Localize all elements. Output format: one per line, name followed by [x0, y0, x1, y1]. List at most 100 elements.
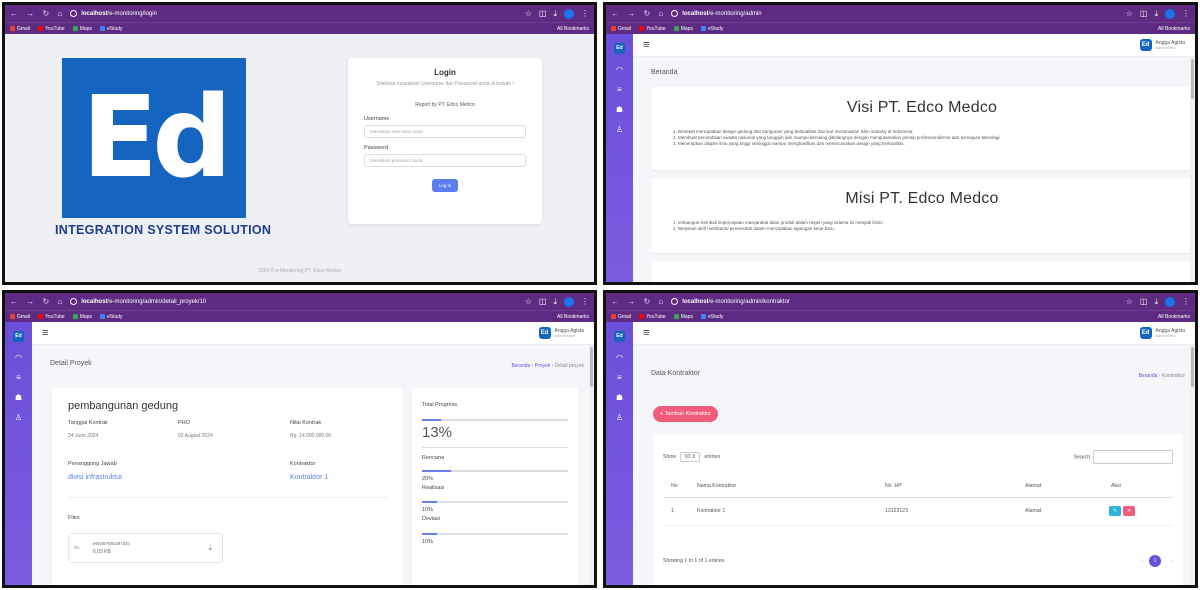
bookmark-gmail[interactable]: Gmail: [10, 26, 30, 32]
extension-icon[interactable]: ◫: [539, 297, 547, 306]
menu-icon[interactable]: ⋮: [1182, 297, 1190, 306]
bookmark-gmail[interactable]: Gmail: [611, 314, 631, 320]
menu-icon[interactable]: ⋮: [1182, 9, 1190, 18]
col-alamat[interactable]: Alamat: [1025, 483, 1041, 489]
bookmark-youtube[interactable]: YouTube: [38, 26, 65, 32]
user-menu[interactable]: Ed Angga Agista administrator: [1139, 327, 1185, 339]
star-icon[interactable]: ☆: [525, 9, 532, 18]
sidebar-logo[interactable]: Ed: [614, 43, 625, 54]
hamburger-icon[interactable]: ≡: [42, 327, 48, 339]
file-item[interactable]: file ee548769c597d4c 6.03 KB ⤓: [68, 533, 223, 563]
user-menu[interactable]: Ed Angga Agista administrator: [538, 327, 584, 339]
address-bar[interactable]: localhost/e-monitoring/admin/detail_proy…: [70, 296, 520, 308]
profile-icon[interactable]: [1165, 8, 1175, 19]
profile-icon[interactable]: [1165, 296, 1175, 307]
username-input[interactable]: Masukkan username anda: [364, 125, 526, 138]
bookmark-gmail[interactable]: Gmail: [10, 314, 30, 320]
site-info-icon[interactable]: [671, 298, 679, 305]
user-icon[interactable]: ♙: [614, 413, 626, 422]
star-icon[interactable]: ☆: [1126, 9, 1133, 18]
user-menu[interactable]: Ed Angga Agista administrator: [1139, 39, 1185, 51]
list-icon[interactable]: ≡: [13, 373, 25, 382]
download-icon[interactable]: ⤓: [1154, 297, 1158, 307]
all-bookmarks[interactable]: All Bookmarks: [557, 314, 589, 320]
browser-toolbar: ← → ↻ ⌂ localhost/e-monitoring/admin/kon…: [606, 293, 1195, 310]
next-page-icon[interactable]: ›: [1171, 558, 1173, 564]
nav-buttons[interactable]: ← → ↻ ⌂: [10, 297, 65, 306]
users-icon[interactable]: ☗: [614, 105, 626, 114]
all-bookmarks[interactable]: All Bookmarks: [1158, 26, 1190, 32]
sidebar-logo[interactable]: Ed: [13, 331, 24, 342]
all-bookmarks[interactable]: All Bookmarks: [557, 26, 589, 32]
user-icon[interactable]: ♙: [13, 413, 25, 422]
page-1-button[interactable]: 1: [1149, 555, 1161, 567]
list-icon[interactable]: ≡: [614, 373, 626, 382]
list-icon[interactable]: ≡: [614, 85, 626, 94]
col-no[interactable]: No: [671, 483, 678, 489]
col-nama[interactable]: Nama Kontraktor: [697, 483, 736, 489]
address-bar[interactable]: localhost/e-monitoring/login: [70, 8, 520, 20]
profile-icon[interactable]: [564, 8, 574, 19]
bookmark-estudy[interactable]: eStudy: [99, 26, 123, 32]
download-icon[interactable]: ⤓: [208, 543, 212, 553]
crumb-proyek[interactable]: Proyek: [535, 363, 551, 369]
site-info-icon[interactable]: [671, 10, 679, 17]
login-button[interactable]: Log In: [431, 179, 459, 192]
bookmark-maps[interactable]: Maps: [673, 26, 693, 32]
scrollbar[interactable]: [589, 345, 594, 585]
search-input[interactable]: [1093, 450, 1173, 464]
address-bar[interactable]: localhost/e-monitoring/admin/kontraktor: [671, 296, 1121, 308]
star-icon[interactable]: ☆: [525, 297, 532, 306]
bookmark-youtube[interactable]: YouTube: [639, 26, 666, 32]
download-icon[interactable]: ⤓: [553, 297, 557, 307]
bookmark-maps[interactable]: Maps: [673, 314, 693, 320]
bookmark-estudy[interactable]: eStudy: [700, 26, 724, 32]
prev-page-icon[interactable]: ‹: [1141, 558, 1143, 564]
all-bookmarks[interactable]: All Bookmarks: [1158, 314, 1190, 320]
extension-icon[interactable]: ◫: [1140, 9, 1148, 18]
menu-icon[interactable]: ⋮: [581, 297, 589, 306]
address-bar[interactable]: localhost/e-monitoring/admin: [671, 8, 1121, 20]
password-input[interactable]: Masukkan password anda: [364, 154, 526, 167]
user-icon[interactable]: ♙: [614, 125, 626, 134]
download-icon[interactable]: ⤓: [1154, 9, 1158, 19]
download-icon[interactable]: ⤓: [553, 9, 557, 19]
sidebar-logo[interactable]: Ed: [614, 331, 625, 342]
bookmark-maps[interactable]: Maps: [72, 26, 92, 32]
kontraktor-link[interactable]: Kontraktor 1: [290, 474, 328, 481]
col-hp[interactable]: No. HP: [885, 483, 902, 489]
entries-select[interactable]: 10 ⇕: [680, 452, 701, 462]
delete-icon[interactable]: ✕: [1123, 506, 1135, 516]
bookmark-estudy[interactable]: eStudy: [700, 314, 724, 320]
bookmark-estudy[interactable]: eStudy: [99, 314, 123, 320]
edit-icon[interactable]: ✎: [1109, 506, 1121, 516]
scrollbar[interactable]: [1190, 57, 1195, 282]
col-aksi[interactable]: Aksi: [1111, 483, 1121, 489]
extension-icon[interactable]: ◫: [539, 9, 547, 18]
profile-icon[interactable]: [564, 296, 574, 307]
bookmark-youtube[interactable]: YouTube: [38, 314, 65, 320]
pj-link[interactable]: divisi infrastruktur: [68, 474, 122, 481]
dashboard-icon[interactable]: ◠: [13, 353, 25, 362]
dashboard-icon[interactable]: ◠: [614, 65, 626, 74]
site-info-icon[interactable]: [70, 10, 78, 17]
site-info-icon[interactable]: [70, 298, 78, 305]
star-icon[interactable]: ☆: [1126, 297, 1133, 306]
nav-buttons[interactable]: ← → ↻ ⌂: [10, 9, 65, 18]
add-kontraktor-button[interactable]: + Tambah Kontraktor: [653, 406, 719, 422]
nav-buttons[interactable]: ← → ↻ ⌂: [611, 9, 666, 18]
users-icon[interactable]: ☗: [614, 393, 626, 402]
dashboard-icon[interactable]: ◠: [614, 353, 626, 362]
nav-buttons[interactable]: ← → ↻ ⌂: [611, 297, 666, 306]
crumb-beranda[interactable]: Beranda: [1139, 373, 1158, 379]
extension-icon[interactable]: ◫: [1140, 297, 1148, 306]
hamburger-icon[interactable]: ≡: [643, 39, 649, 51]
bookmark-maps[interactable]: Maps: [72, 314, 92, 320]
bookmark-youtube[interactable]: YouTube: [639, 314, 666, 320]
users-icon[interactable]: ☗: [13, 393, 25, 402]
crumb-beranda[interactable]: Beranda: [511, 363, 530, 369]
menu-icon[interactable]: ⋮: [581, 9, 589, 18]
scrollbar[interactable]: [1190, 345, 1195, 585]
bookmark-gmail[interactable]: Gmail: [611, 26, 631, 32]
hamburger-icon[interactable]: ≡: [643, 327, 649, 339]
